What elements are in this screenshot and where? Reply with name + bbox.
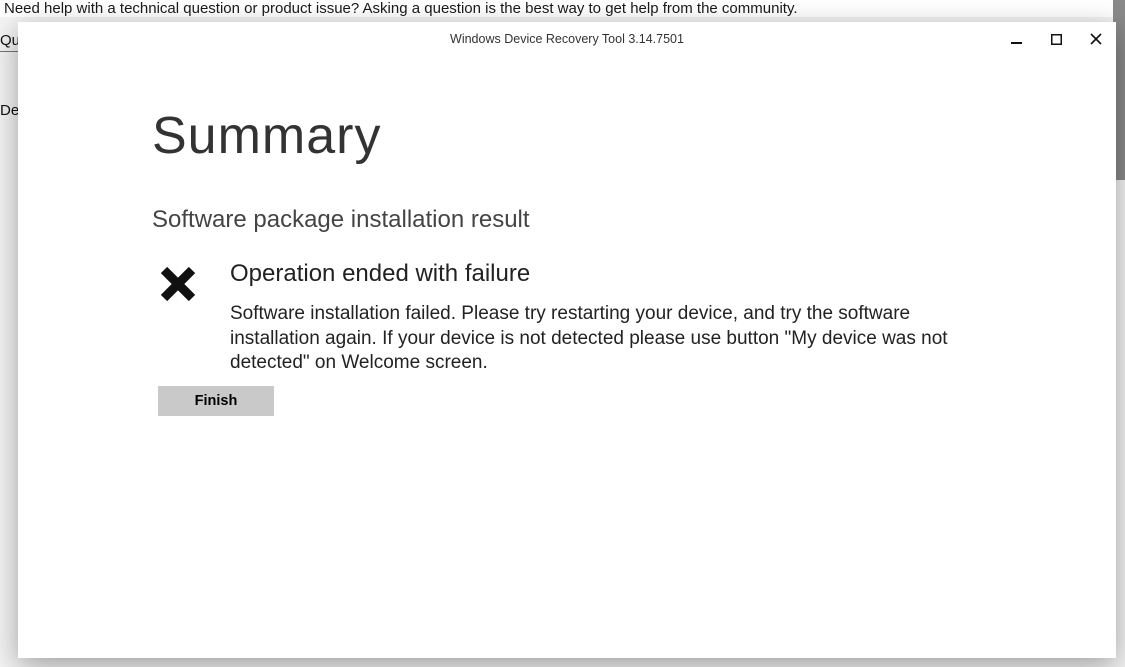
window-controls bbox=[996, 22, 1116, 56]
maximize-button[interactable] bbox=[1036, 22, 1076, 56]
section-heading: Software package installation result bbox=[152, 206, 982, 234]
page-title: Summary bbox=[152, 106, 982, 166]
titlebar: Windows Device Recovery Tool 3.14.7501 bbox=[18, 22, 1116, 56]
content-area: Summary Software package installation re… bbox=[18, 56, 1116, 658]
minimize-icon bbox=[1011, 34, 1022, 45]
finish-button[interactable]: Finish bbox=[158, 386, 274, 416]
app-window: Windows Device Recovery Tool 3.14.7501 S… bbox=[18, 22, 1116, 658]
result-title: Operation ended with failure bbox=[230, 260, 982, 288]
result-description: Software installation failed. Please try… bbox=[230, 302, 982, 376]
background-help-text: Need help with a technical question or p… bbox=[0, 0, 1113, 17]
result-text-block: Operation ended with failure Software in… bbox=[230, 260, 982, 376]
background-side-label: Qu bbox=[0, 30, 20, 52]
window-title: Windows Device Recovery Tool 3.14.7501 bbox=[18, 32, 1116, 46]
close-icon bbox=[1090, 33, 1102, 45]
background-side-label: De bbox=[0, 100, 20, 121]
close-button[interactable] bbox=[1076, 22, 1116, 56]
failure-icon bbox=[158, 264, 202, 309]
maximize-icon bbox=[1051, 34, 1062, 45]
background-side-labels: Qu De bbox=[0, 30, 20, 169]
minimize-button[interactable] bbox=[996, 22, 1036, 56]
result-row: Operation ended with failure Software in… bbox=[152, 260, 982, 376]
